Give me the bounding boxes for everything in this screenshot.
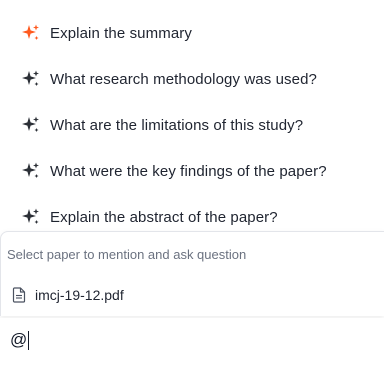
paper-file-name: imcj-19-12.pdf — [35, 287, 124, 303]
paper-option[interactable]: imcj-19-12.pdf — [1, 278, 384, 312]
suggestion-label: What are the limitations of this study? — [50, 116, 304, 134]
sparkle-icon — [21, 69, 41, 89]
sparkle-icon — [21, 207, 41, 227]
suggestion-research-methodology[interactable]: What research methodology was used? — [0, 56, 384, 102]
suggested-questions-list: Explain the summary What research method… — [0, 10, 384, 240]
chat-input-value: @ — [10, 330, 28, 349]
suggestion-key-findings[interactable]: What were the key findings of the paper? — [0, 148, 384, 194]
suggestion-label: What were the key findings of the paper? — [50, 162, 327, 180]
sparkle-icon — [21, 23, 41, 43]
suggestion-label: Explain the summary — [50, 24, 192, 42]
suggestion-explain-summary[interactable]: Explain the summary — [0, 10, 384, 56]
suggestion-label: Explain the abstract of the paper? — [50, 208, 278, 226]
mention-hint: Select paper to mention and ask question — [7, 247, 247, 262]
sparkle-icon — [21, 161, 41, 181]
sparkle-icon — [21, 115, 41, 135]
suggestion-label: What research methodology was used? — [50, 70, 317, 88]
mention-paper-popup: Select paper to mention and ask question… — [0, 231, 384, 316]
file-icon — [12, 287, 26, 303]
chat-input-area[interactable]: @ — [0, 318, 384, 367]
chat-input[interactable]: @ — [10, 330, 30, 350]
suggestion-limitations[interactable]: What are the limitations of this study? — [0, 102, 384, 148]
text-caret — [28, 330, 30, 350]
